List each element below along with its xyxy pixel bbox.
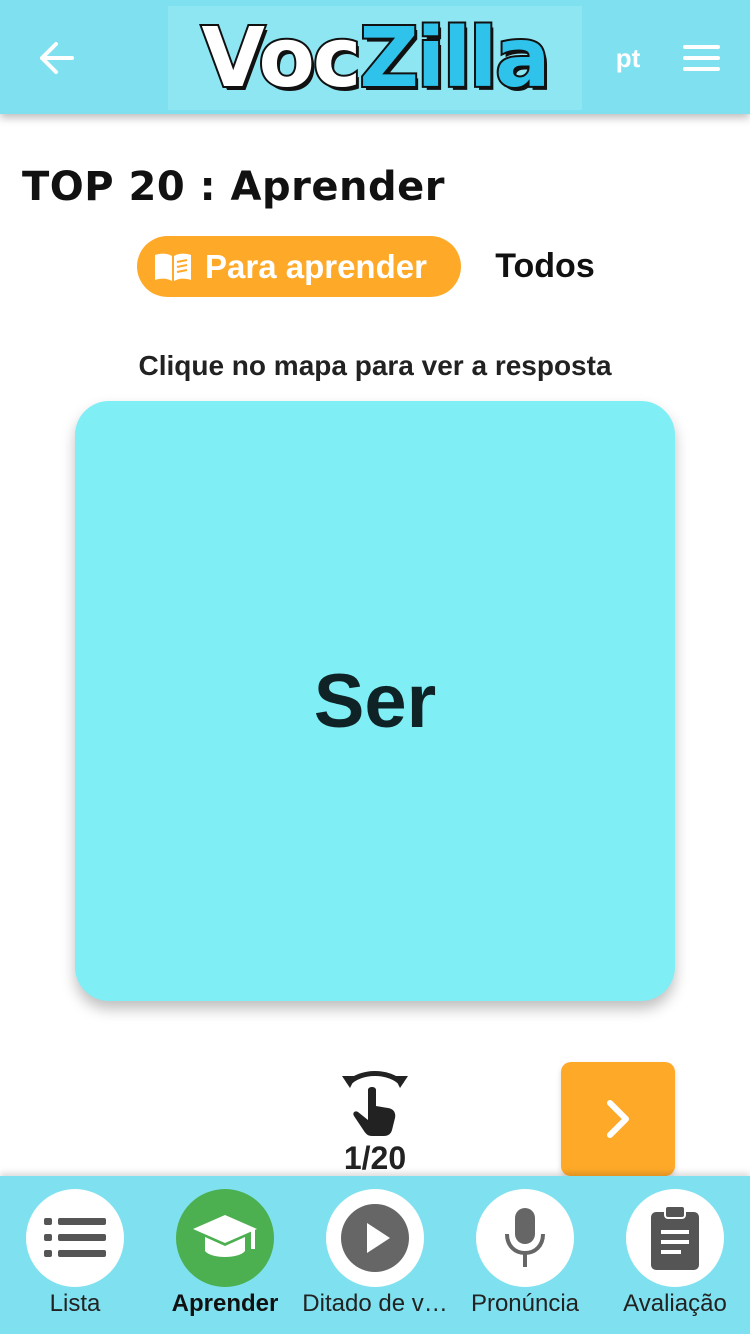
next-button[interactable]	[561, 1062, 675, 1176]
nav-label: Avaliação	[623, 1290, 727, 1317]
nav-item-lista[interactable]: Lista	[0, 1176, 150, 1334]
menu-button[interactable]	[676, 36, 726, 80]
arrow-left-icon	[40, 42, 74, 74]
nav-circle	[476, 1189, 574, 1287]
page-title: TOP 20 : Aprender	[22, 164, 445, 210]
filter-all-button[interactable]: Todos	[480, 236, 610, 297]
list-icon	[44, 1218, 106, 1257]
hamburger-menu-icon	[683, 45, 720, 49]
graduation-cap-icon	[193, 1215, 257, 1257]
nav-item-pronuncia[interactable]: Pronúncia	[450, 1176, 600, 1334]
bottom-navigation: Lista Aprender Ditado de v… Pronúncia Av…	[0, 1176, 750, 1334]
nav-label: Pronúncia	[470, 1290, 580, 1317]
chevron-right-icon	[607, 1100, 629, 1138]
filter-to-learn-button[interactable]: Para aprender	[137, 236, 461, 297]
app-header: Voc Zilla pt	[0, 0, 750, 114]
nav-label: Lista	[49, 1290, 101, 1317]
language-selector[interactable]: pt	[608, 40, 648, 76]
nav-circle	[26, 1189, 124, 1287]
nav-circle	[626, 1189, 724, 1287]
filter-to-learn-label: Para aprender	[205, 247, 427, 285]
nav-circle-active	[176, 1189, 274, 1287]
flashcard-word: Ser	[313, 658, 437, 744]
nav-label: Ditado de v…	[302, 1290, 448, 1317]
progress-counter: 1/20	[343, 1140, 407, 1176]
microphone-icon	[505, 1208, 545, 1267]
nav-circle	[326, 1189, 424, 1287]
back-button[interactable]	[30, 34, 82, 82]
instruction-text: Clique no mapa para ver a resposta	[138, 350, 612, 381]
flashcard[interactable]: Ser	[75, 401, 675, 1001]
nav-item-aprender[interactable]: Aprender	[150, 1176, 300, 1334]
clipboard-icon	[651, 1205, 699, 1270]
app-logo: Voc Zilla	[168, 6, 582, 110]
nav-label: Aprender	[171, 1290, 279, 1317]
nav-item-avaliacao[interactable]: Avaliação	[600, 1176, 750, 1334]
tap-rotate-icon	[342, 1071, 408, 1136]
play-icon	[341, 1204, 409, 1272]
logo-text-voc: Voc	[199, 9, 363, 108]
open-book-icon	[155, 253, 191, 281]
logo-text-zilla: Zilla	[357, 9, 552, 108]
nav-item-ditado[interactable]: Ditado de v…	[300, 1176, 450, 1334]
